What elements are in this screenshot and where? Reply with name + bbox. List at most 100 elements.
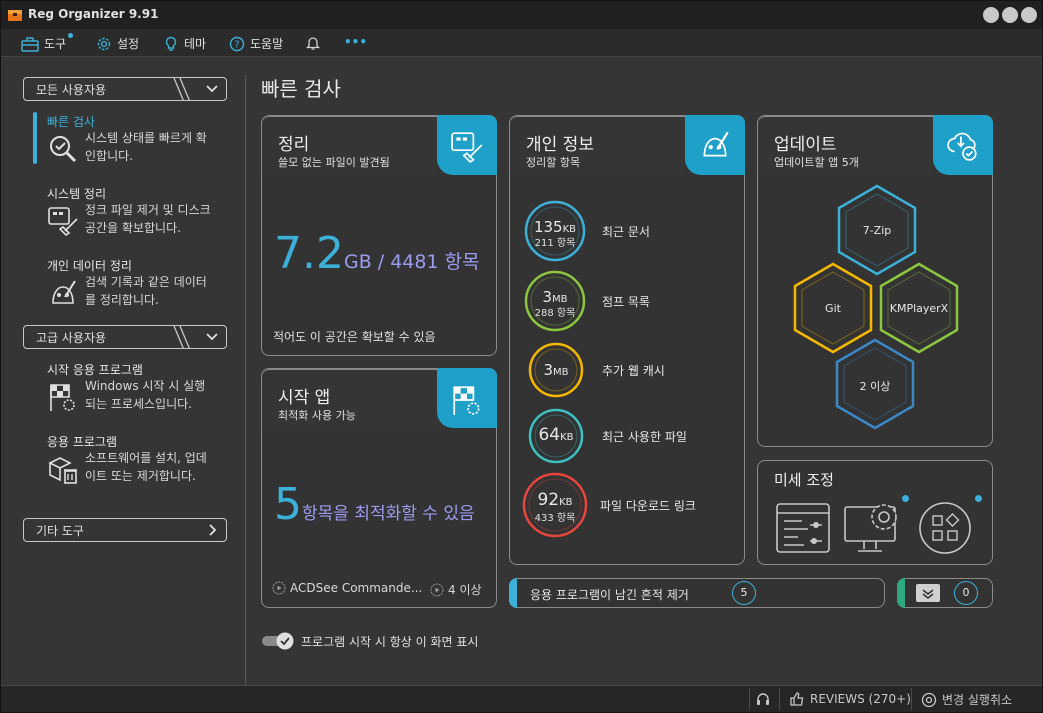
undo-changes-button[interactable]: 변경 실행취소 [921,691,1012,708]
sidebar-item-label: 시작 응용 프로그램 [47,363,143,377]
settings-panel-icon[interactable] [776,503,830,553]
menu-tools[interactable]: 도구 [21,33,74,52]
stripes-decoration [173,326,190,348]
tweak-notify-dot [975,495,982,502]
updates-card[interactable]: 업데이트 업데이트할 앱 5개 7-Zip Git KMPlayerX 2 이상 [757,115,993,447]
chevron-right-icon [209,524,217,536]
ring-unit: KB [560,432,574,443]
box-trash-icon [48,457,77,484]
reviews-button[interactable]: REVIEWS (270+) [789,691,911,707]
sidebar-item-applications[interactable]: 응용 프로그램 소프트웨어를 설치, 업데이트 또는 제거합니다. [33,433,233,503]
tweak-notify-dot [902,495,909,502]
startup-more[interactable]: 4 이상 [430,581,482,598]
privacy-row-web-cache[interactable]: 3MB 추가 웹 캐시 [528,342,665,398]
menu-help-label: 도움말 [250,37,284,51]
ring-count: 433 항목 [534,513,576,524]
startup-card[interactable]: 시작 앱 최적화 사용 가능 5항목을 최적화할 수 있음 ACDSee Com… [261,368,497,608]
privacy-row-label: 추가 웹 캐시 [602,363,665,378]
drivers-count-badge: 0 [954,581,978,605]
startup-app-name: ACDSee Commande... [290,581,423,595]
startup-app-entry[interactable]: ACDSee Commande... [272,581,422,595]
minimize-button[interactable] [983,7,999,23]
privacy-row-download-links[interactable]: 92KB 433 항목 파일 다운로드 링크 [522,472,696,538]
more-button[interactable]: ••• [344,35,367,49]
play-circle-icon [272,581,286,595]
sidebar-item-quick-scan[interactable]: 빠른 검사 시스템 상태를 빠르게 확인합니다. [33,113,233,169]
menu-tools-label: 도구 [44,37,67,51]
sidebar-item-system-cleanup[interactable]: 시스템 정리 정크 파일 제거 및 디스크 공간을 확보합니다. [33,185,233,241]
sidebar-item-desc: 시스템 상태를 빠르게 확인합니다. [85,131,207,163]
chevron-down-icon [206,85,218,93]
cleanup-footer: 적어도 이 공간은 확보할 수 있음 [273,330,436,344]
undo-gear-icon [921,692,937,707]
section-basic-label: 모든 사용자용 [36,83,107,97]
menu-settings[interactable]: 설정 [96,35,139,52]
sidebar-item-privacy-cleanup[interactable]: 개인 데이터 정리 검색 기록과 같은 데이터를 정리합니다. [33,257,233,313]
tweaks-card: 미세 조정 [757,460,993,565]
sidebar-item-label: 시스템 정리 [47,187,107,201]
cleanup-card[interactable]: 정리 쓸모 없는 파일이 발견됨 7.2GB / 4481 항목 적어도 이 공… [261,115,497,356]
sidebar-item-startup-apps[interactable]: 시작 응용 프로그램 Windows 시작 시 실행되는 프로세스입니다. [33,361,233,417]
progress-ring: 64KB [528,408,584,464]
headset-icon [757,693,769,705]
menu-bar: 도구 설정 테마 ? 도움말 ••• [1,29,1042,57]
traces-label: 응용 프로그램이 남긴 흔적 제거 [530,588,689,602]
play-circle-icon [430,583,444,596]
startup-more-label: 4 이상 [448,583,482,597]
privacy-row-jump-lists[interactable]: 3MB 288 항목 점프 목록 [524,270,650,332]
section-advanced-users[interactable]: 고급 사용자용 [23,325,227,349]
privacy-row-recent-files[interactable]: 64KB 최근 사용한 파일 [528,408,687,464]
ring-value: 3MB [528,361,584,379]
tweaks-title: 미세 조정 [774,471,834,489]
section-basic-users[interactable]: 모든 사용자용 [23,77,227,101]
privacy-row-label: 파일 다운로드 링크 [600,498,696,513]
startup-subtitle: 최적화 사용 가능 [278,409,356,422]
ring-number: 3 [543,361,554,379]
lightbulb-icon [165,36,177,51]
status-bar: REVIEWS (270+) 변경 실행취소 [1,685,1042,712]
update-hexagons [793,184,959,430]
show-on-start-toggle[interactable]: 프로그램 시작 시 항상 이 화면 표시 [261,631,478,651]
section-other-label: 기타 도구 [36,524,84,538]
maximize-button[interactable] [1002,7,1018,23]
privacy-subtitle: 정리할 항목 [526,156,581,169]
close-button[interactable] [1021,7,1037,23]
startup-count-value: 5 [274,479,302,530]
startup-flag-icon [453,386,480,415]
monitor-gear-icon[interactable] [844,501,904,555]
sidebar-item-label: 개인 데이터 정리 [47,259,132,273]
menu-help[interactable]: ? 도움말 [229,35,283,52]
startup-title: 시작 앱 [278,388,331,408]
apps-grid-icon[interactable] [918,501,972,555]
section-other-tools[interactable]: 기타 도구 [23,518,227,542]
sidebar-item-desc: 소프트웨어를 설치, 업데이트 또는 제거합니다. [85,451,207,483]
window-title: Reg Organizer 9.91 [28,7,159,21]
privacy-row-recent-docs[interactable]: 135KB 211 항목 최근 문서 [524,200,650,262]
notification-dot [68,33,74,38]
notifications-button[interactable] [305,35,321,51]
section-advanced-label: 고급 사용자용 [36,331,107,345]
help-icon: ? [229,36,245,51]
sidebar-item-label: 응용 프로그램 [47,435,118,449]
toolbox-icon [21,36,39,52]
privacy-card[interactable]: 개인 정보 정리할 항목 135KB 211 항목 최근 문서 3MB 288 … [509,115,745,565]
chevron-down-icon [206,333,218,341]
ring-number: 64 [538,425,561,445]
privacy-broom-icon [703,131,729,157]
stripes-decoration [173,78,190,100]
toggle-switch-icon [262,632,294,650]
pill-accent [509,578,517,608]
cleanup-brush-icon [48,207,78,237]
sidebar-item-label: 빠른 검사 [47,115,95,129]
support-button[interactable] [755,691,771,707]
progress-ring: 3MB [528,342,584,398]
thumbs-up-icon [790,692,804,706]
sidebar-item-desc: 정크 파일 제거 및 디스크 공간을 확보합니다. [85,203,211,235]
privacy-broom-icon [52,280,76,304]
menu-theme[interactable]: 테마 [163,35,206,52]
drivers-button[interactable]: 0 [897,578,993,608]
app-traces-button[interactable]: 응용 프로그램이 남긴 흔적 제거 5 [509,578,885,608]
cleanup-brush-icon [451,132,483,163]
app-window: Reg Organizer 9.91 도구 설정 테마 ? 도움말 ••• 모든… [0,0,1043,713]
cleanup-subtitle: 쓸모 없는 파일이 발견됨 [278,156,390,169]
